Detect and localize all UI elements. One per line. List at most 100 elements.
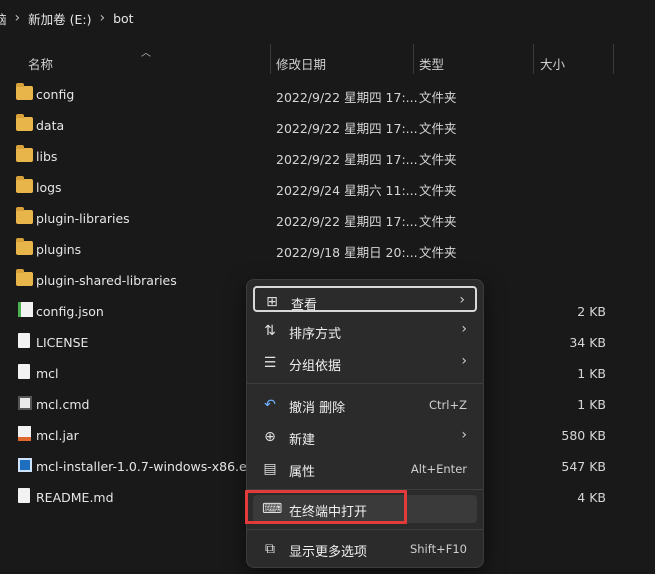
file-size: 1 KB xyxy=(577,397,606,412)
file-icon xyxy=(18,488,30,503)
menu-item-shortcut: Alt+Enter xyxy=(410,462,467,476)
column-divider[interactable] xyxy=(413,44,414,74)
menu-item-label: 显示更多选项 xyxy=(289,545,368,560)
menu-item-label: 查看 xyxy=(291,298,318,313)
file-modified-date: 2022/9/24 星期六 11:... xyxy=(276,183,418,198)
file-name: libs xyxy=(36,149,58,164)
folder-icon xyxy=(16,207,33,224)
file-name: plugin-libraries xyxy=(36,211,130,226)
menu-divider xyxy=(247,383,483,384)
file-row[interactable]: config 2022/9/22 星期四 17:... 文件夹 xyxy=(0,79,655,110)
file-type: 文件夹 xyxy=(419,152,457,167)
undo-icon: ↶ xyxy=(264,397,276,413)
folder-icon xyxy=(16,238,33,255)
menu-divider xyxy=(247,529,483,530)
column-divider[interactable] xyxy=(533,44,534,74)
file-icon xyxy=(18,364,30,379)
context-menu: ⊞ 查看 › ⇅ 排序方式 › ☰ 分组依据 › ↶ 撤消 删除 Ctrl+Z … xyxy=(246,279,484,568)
file-name: data xyxy=(36,118,65,133)
menu-item-label: 新建 xyxy=(289,433,316,448)
file-size: 580 KB xyxy=(561,428,606,443)
file-row[interactable]: libs 2022/9/22 星期四 17:... 文件夹 xyxy=(0,141,655,172)
column-divider[interactable] xyxy=(613,44,614,74)
menu-item-view[interactable]: ⊞ 查看 › xyxy=(253,286,477,313)
file-name: plugin-shared-libraries xyxy=(36,273,177,288)
file-type: 文件夹 xyxy=(419,214,457,229)
jar-file-icon xyxy=(18,426,31,441)
file-name: mcl.cmd xyxy=(36,397,90,412)
chevron-right-icon: › xyxy=(461,353,467,369)
column-header-name[interactable]: 名称 xyxy=(28,54,53,73)
menu-item-shortcut: Ctrl+Z xyxy=(429,398,467,412)
folder-icon xyxy=(16,145,33,162)
file-name: logs xyxy=(36,180,62,195)
menu-item-group-by[interactable]: ☰ 分组依据 › xyxy=(253,349,477,377)
sort-icon: ⇅ xyxy=(264,323,276,339)
menu-item-sort-by[interactable]: ⇅ 排序方式 › xyxy=(253,317,477,345)
cmd-file-icon xyxy=(18,396,32,410)
file-type: 文件夹 xyxy=(419,183,457,198)
file-size: 34 KB xyxy=(569,335,606,350)
chevron-right-icon: › xyxy=(14,10,21,26)
file-name: README.md xyxy=(36,490,114,505)
column-header-size[interactable]: 大小 xyxy=(540,54,565,73)
file-row[interactable]: plugins 2022/9/18 星期日 20:... 文件夹 xyxy=(0,234,655,265)
menu-item-properties[interactable]: ▤ 属性 Alt+Enter xyxy=(253,455,477,483)
file-row[interactable]: plugin-libraries 2022/9/22 星期四 17:... 文件夹 xyxy=(0,203,655,234)
menu-item-label: 分组依据 xyxy=(289,359,342,374)
menu-item-shortcut: Shift+F10 xyxy=(409,542,467,556)
more-options-icon: ⧉ xyxy=(265,541,275,557)
column-header-type[interactable]: 类型 xyxy=(419,54,444,73)
file-modified-date: 2022/9/22 星期四 17:... xyxy=(276,121,418,136)
file-type: 文件夹 xyxy=(419,245,457,260)
file-size: 547 KB xyxy=(561,459,606,474)
file-modified-date: 2022/9/22 星期四 17:... xyxy=(276,214,418,229)
menu-item-label: 排序方式 xyxy=(289,327,342,342)
file-row[interactable]: data 2022/9/22 星期四 17:... 文件夹 xyxy=(0,110,655,141)
file-size: 1 KB xyxy=(577,366,606,381)
column-divider[interactable] xyxy=(270,44,271,74)
file-modified-date: 2022/9/18 星期日 20:... xyxy=(276,245,418,260)
column-header-modified[interactable]: 修改日期 xyxy=(276,54,326,73)
file-name: mcl.jar xyxy=(36,428,79,443)
column-header-row: ︿ 名称 修改日期 类型 大小 xyxy=(0,44,655,80)
chevron-right-icon: › xyxy=(461,321,467,337)
json-file-icon xyxy=(18,302,33,317)
sort-ascending-icon: ︿ xyxy=(141,48,151,59)
file-name: plugins xyxy=(36,242,82,257)
plus-circle-icon: ⊕ xyxy=(264,429,276,445)
folder-icon xyxy=(16,269,33,286)
folder-icon xyxy=(16,83,33,100)
file-type: 文件夹 xyxy=(419,121,457,136)
file-row[interactable]: logs 2022/9/24 星期六 11:... 文件夹 xyxy=(0,172,655,203)
chevron-right-icon: › xyxy=(99,10,106,26)
properties-icon: ▤ xyxy=(263,461,277,477)
menu-item-label: 属性 xyxy=(289,465,316,480)
file-size: 2 KB xyxy=(577,304,606,319)
group-icon: ☰ xyxy=(263,355,277,371)
breadcrumb-item-folder[interactable]: bot xyxy=(113,11,133,26)
breadcrumb: 脑 › 新加卷 (E:) › bot xyxy=(0,0,655,36)
file-type: 文件夹 xyxy=(419,90,457,105)
exe-file-icon xyxy=(18,458,32,472)
menu-item-new[interactable]: ⊕ 新建 › xyxy=(253,423,477,451)
highlight-box xyxy=(245,490,407,524)
folder-icon xyxy=(16,114,33,131)
chevron-right-icon: › xyxy=(461,427,467,443)
file-name: LICENSE xyxy=(36,335,89,350)
breadcrumb-item-drive[interactable]: 新加卷 (E:) xyxy=(28,9,91,28)
menu-item-label: 撤消 删除 xyxy=(289,401,346,416)
folder-icon xyxy=(16,176,33,193)
file-name: mcl-installer-1.0.7-windows-x86.exe xyxy=(36,459,262,474)
file-size: 4 KB xyxy=(577,490,606,505)
grid-icon: ⊞ xyxy=(266,294,278,310)
file-name: mcl xyxy=(36,366,59,381)
file-icon xyxy=(18,333,30,348)
menu-item-undo-delete[interactable]: ↶ 撤消 删除 Ctrl+Z xyxy=(253,391,477,419)
breadcrumb-item-root[interactable]: 脑 xyxy=(0,9,7,28)
file-modified-date: 2022/9/22 星期四 17:... xyxy=(276,90,418,105)
file-name: config.json xyxy=(36,304,104,319)
file-name: config xyxy=(36,87,75,102)
menu-item-show-more-options[interactable]: ⧉ 显示更多选项 Shift+F10 xyxy=(253,535,477,563)
chevron-right-icon: › xyxy=(459,292,465,308)
